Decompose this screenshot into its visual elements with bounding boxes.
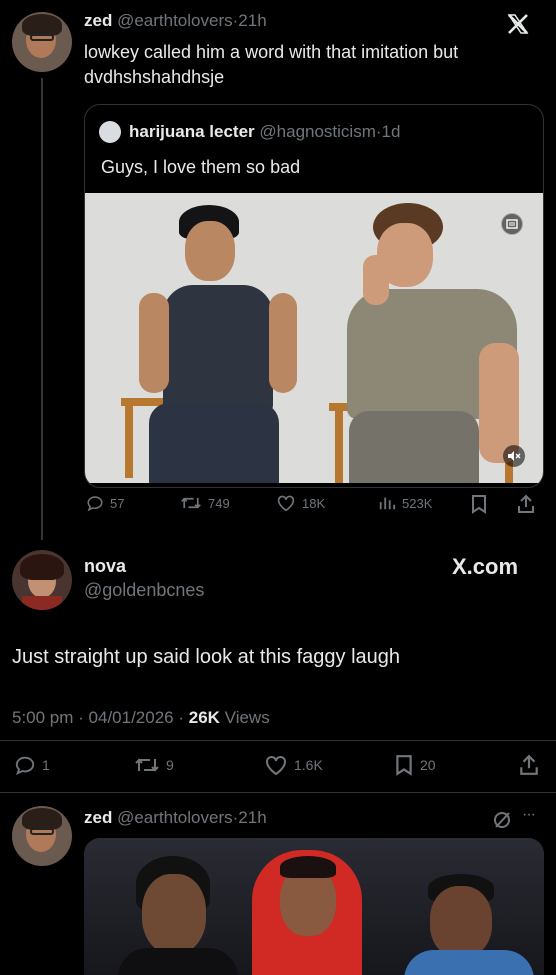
timestamp[interactable]: 21h bbox=[238, 808, 266, 827]
x-logo-icon bbox=[506, 12, 530, 36]
tweet-text-line: lowkey called him a word with that imita… bbox=[84, 42, 459, 62]
author-name[interactable]: zed bbox=[84, 808, 112, 827]
bookmark-icon[interactable] bbox=[470, 494, 488, 514]
avatar[interactable] bbox=[12, 550, 72, 610]
author-name[interactable]: nova bbox=[84, 556, 126, 577]
like-count: 18K bbox=[302, 495, 326, 511]
views-icon bbox=[379, 497, 396, 510]
more-icon[interactable]: ··· bbox=[522, 806, 536, 824]
author-handle[interactable]: @goldenbcnes bbox=[84, 580, 204, 601]
repost-count: 749 bbox=[208, 495, 230, 511]
share-icon[interactable] bbox=[518, 754, 540, 776]
mute-icon[interactable] bbox=[503, 445, 525, 467]
tweet-text: Just straight up said look at this faggy… bbox=[12, 646, 401, 668]
tweet-date[interactable]: 04/01/2026 bbox=[89, 708, 174, 727]
views-count: 523K bbox=[402, 495, 433, 511]
bookmark-icon bbox=[396, 755, 412, 776]
reply-button[interactable]: 57 bbox=[86, 494, 124, 512]
share-icon[interactable] bbox=[516, 494, 536, 514]
tweet-time[interactable]: 5:00 pm bbox=[12, 708, 73, 727]
reply-button[interactable]: 1 bbox=[14, 754, 50, 776]
reply-count: 1 bbox=[42, 757, 50, 773]
views-count: 26K bbox=[188, 708, 220, 727]
like-count: 1.6K bbox=[294, 757, 323, 773]
avatar[interactable] bbox=[12, 806, 72, 866]
quote-card[interactable]: harijuana lecter @hagnosticism·1d Guys, … bbox=[84, 104, 544, 488]
repost-button[interactable]: 749 bbox=[180, 494, 230, 512]
heart-icon bbox=[266, 755, 286, 776]
timestamp[interactable]: 21h bbox=[238, 11, 266, 30]
author-handle[interactable]: @earthtolovers bbox=[117, 11, 233, 30]
repost-count: 9 bbox=[166, 757, 174, 773]
tweet-text-line: dvdhshshahdhsje bbox=[84, 67, 225, 87]
quote-author-name: harijuana lecter bbox=[129, 122, 255, 141]
reply-icon bbox=[87, 496, 103, 512]
avatar bbox=[99, 121, 121, 143]
bookmark-count: 20 bbox=[420, 757, 436, 773]
views-label: Views bbox=[224, 708, 270, 727]
bookmark-button[interactable]: 20 bbox=[394, 754, 436, 776]
tweet-image[interactable] bbox=[84, 838, 544, 975]
divider bbox=[0, 792, 556, 793]
author-handle[interactable]: @earthtolovers bbox=[117, 808, 233, 827]
repost-button[interactable]: 9 bbox=[134, 754, 174, 776]
like-button[interactable]: 1.6K bbox=[264, 754, 323, 776]
like-button[interactable]: 18K bbox=[276, 494, 325, 512]
alt-badge-icon[interactable] bbox=[501, 213, 523, 235]
quote-timestamp: 1d bbox=[381, 122, 401, 141]
repost-icon bbox=[135, 758, 159, 772]
author-name[interactable]: zed bbox=[84, 11, 112, 30]
views-button[interactable]: 523K bbox=[378, 494, 432, 512]
thread-line bbox=[41, 78, 43, 540]
brand-watermark: X.com bbox=[452, 554, 519, 579]
heart-icon bbox=[277, 495, 295, 512]
quote-image[interactable] bbox=[85, 193, 543, 483]
reply-icon bbox=[15, 756, 35, 776]
avatar[interactable] bbox=[12, 12, 72, 72]
grok-icon[interactable] bbox=[492, 810, 512, 830]
divider bbox=[0, 740, 556, 741]
quote-text: Guys, I love them so bad bbox=[101, 157, 301, 177]
reply-count: 57 bbox=[110, 495, 125, 511]
repost-icon bbox=[181, 497, 201, 509]
quote-author-handle: @hagnosticism bbox=[259, 122, 376, 141]
